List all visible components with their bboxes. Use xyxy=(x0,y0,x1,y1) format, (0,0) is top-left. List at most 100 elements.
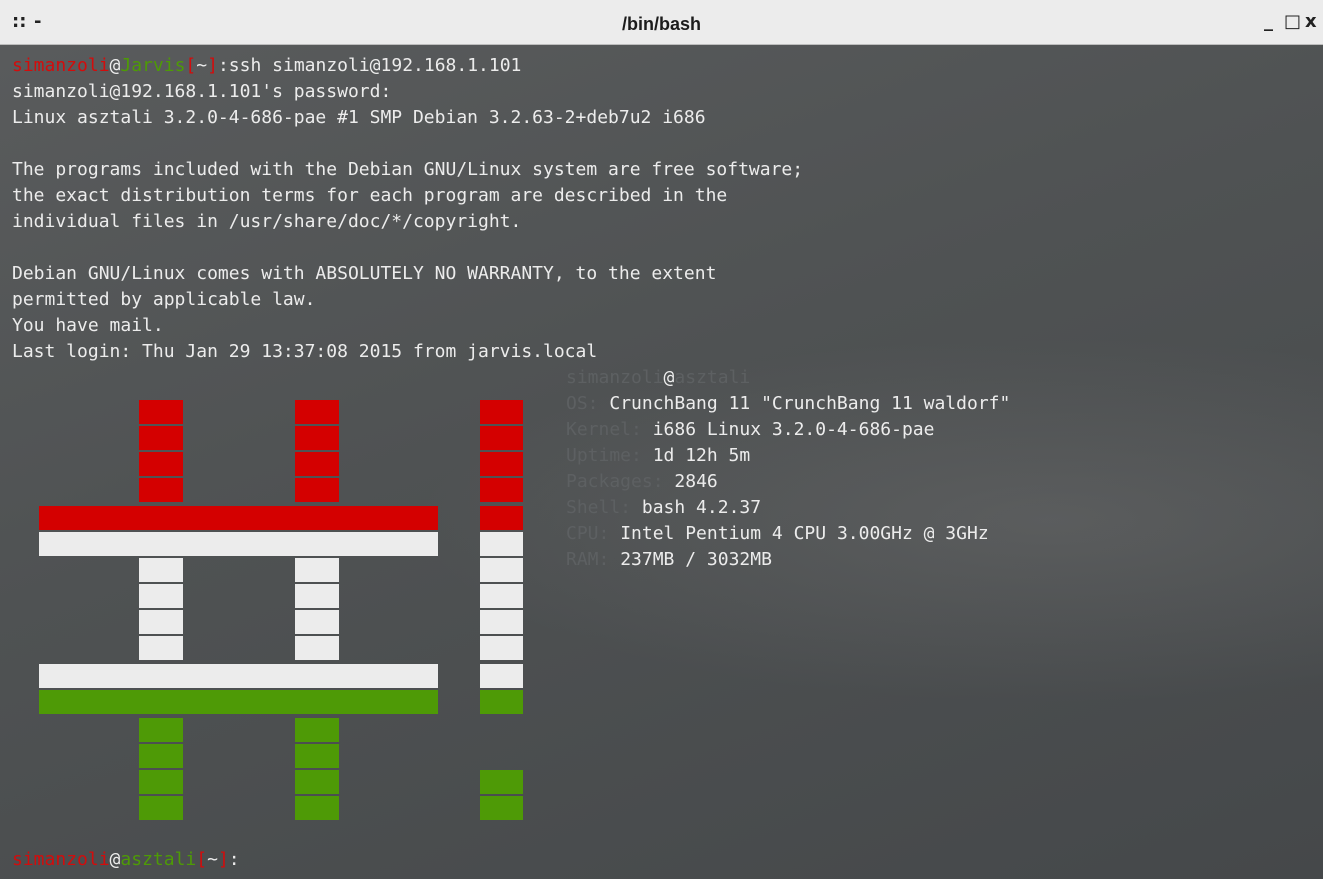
logo-block xyxy=(295,452,339,476)
prompt-bracket-close: ] xyxy=(217,849,229,870)
prompt-dir: ~ xyxy=(196,55,208,76)
prompt-at: @ xyxy=(109,849,121,870)
prompt-user: simanzoli xyxy=(12,849,110,870)
fetch-row-uptime: Uptime: 1d 12h 5m xyxy=(566,443,750,469)
prompt-bracket-close: ] xyxy=(207,55,218,76)
logo-block xyxy=(295,426,339,450)
fetch-value: 1d 12h 5m xyxy=(652,445,751,466)
output-line: Last login: Thu Jan 29 13:37:08 2015 fro… xyxy=(12,341,598,362)
logo-block xyxy=(295,400,339,424)
logo-block xyxy=(139,718,183,742)
command-text: ssh simanzoli@192.168.1.101 xyxy=(228,55,522,76)
prompt-line-active[interactable]: simanzoli@asztali[~]: xyxy=(12,847,241,873)
title-bar[interactable]: :: - /bin/bash _ □ x xyxy=(0,0,1323,45)
logo-block xyxy=(139,400,183,424)
logo-block xyxy=(139,744,183,768)
fetch-label: RAM: xyxy=(566,549,610,570)
fetch-value: Intel Pentium 4 CPU 3.00GHz @ 3GHz xyxy=(620,523,989,544)
logo-block xyxy=(139,426,183,450)
logo-block xyxy=(480,452,523,476)
logo-block xyxy=(480,770,523,794)
fetch-value: CrunchBang 11 "CrunchBang 11 waldorf" xyxy=(609,393,1011,414)
logo-block xyxy=(480,610,523,634)
prompt-dir: ~ xyxy=(207,849,218,870)
screenfetch-header: simanzoli@asztali xyxy=(566,365,750,391)
logo-block xyxy=(480,636,523,660)
fetch-value: 237MB / 3032MB xyxy=(620,549,772,570)
logo-block xyxy=(295,718,339,742)
logo-block xyxy=(139,796,183,820)
logo-block xyxy=(139,452,183,476)
logo-bar xyxy=(39,506,438,530)
fetch-row-shell: Shell: bash 4.2.37 xyxy=(566,495,761,521)
logo-block xyxy=(295,744,339,768)
prompt-separator: : xyxy=(217,55,229,76)
logo-bar xyxy=(39,690,438,714)
fetch-label: Kernel: xyxy=(566,419,642,440)
logo-block xyxy=(480,558,523,582)
logo-block xyxy=(480,478,523,502)
logo-block xyxy=(295,558,339,582)
logo-block xyxy=(295,610,339,634)
logo-block xyxy=(139,636,183,660)
prompt-line: simanzoli@Jarvis[~]:ssh simanzoli@192.16… xyxy=(12,53,521,79)
fetch-user: simanzoli xyxy=(566,367,664,388)
minimize-icon[interactable]: _ xyxy=(1264,11,1273,32)
output-line: The programs included with the Debian GN… xyxy=(12,159,804,180)
fetch-at: @ xyxy=(663,367,675,388)
logo-block xyxy=(480,426,523,450)
logo-block xyxy=(480,532,523,556)
terminal-output[interactable]: simanzoli@Jarvis[~]:ssh simanzoli@192.16… xyxy=(0,45,1323,879)
fetch-host: asztali xyxy=(674,367,751,388)
logo-block xyxy=(295,478,339,502)
fetch-label: Uptime: xyxy=(566,445,642,466)
fetch-label: CPU: xyxy=(566,523,610,544)
prompt-host: Jarvis xyxy=(120,55,186,76)
fetch-row-packages: Packages: 2846 xyxy=(566,469,718,495)
logo-block xyxy=(480,690,523,714)
fetch-row-os: OS: CrunchBang 11 "CrunchBang 11 waldorf… xyxy=(566,391,1010,417)
prompt-host: asztali xyxy=(120,849,197,870)
prompt-bracket-open: [ xyxy=(196,849,208,870)
output-line: Debian GNU/Linux comes with ABSOLUTELY N… xyxy=(12,263,717,284)
logo-block xyxy=(139,558,183,582)
logo-block xyxy=(139,584,183,608)
prompt-at: @ xyxy=(109,55,121,76)
fetch-label: Packages: xyxy=(566,471,664,492)
logo-block xyxy=(139,610,183,634)
close-icon[interactable]: x xyxy=(1305,11,1317,32)
fetch-row-cpu: CPU: Intel Pentium 4 CPU 3.00GHz @ 3GHz xyxy=(566,521,989,547)
fetch-row-ram: RAM: 237MB / 3032MB xyxy=(566,547,772,573)
prompt-bracket-open: [ xyxy=(185,55,197,76)
logo-bar xyxy=(39,532,438,556)
logo-block xyxy=(295,636,339,660)
output-line: individual files in /usr/share/doc/*/cop… xyxy=(12,211,522,232)
logo-block xyxy=(295,796,339,820)
prompt-user: simanzoli xyxy=(12,55,110,76)
logo-block xyxy=(139,770,183,794)
output-line: the exact distribution terms for each pr… xyxy=(12,185,728,206)
fetch-value: i686 Linux 3.2.0-4-686-pae xyxy=(652,419,935,440)
logo-block xyxy=(295,584,339,608)
logo-bar xyxy=(39,664,438,688)
logo-block xyxy=(480,400,523,424)
output-line: permitted by applicable law. xyxy=(12,289,316,310)
output-line: Linux asztali 3.2.0-4-686-pae #1 SMP Deb… xyxy=(12,107,706,128)
fetch-row-kernel: Kernel: i686 Linux 3.2.0-4-686-pae xyxy=(566,417,934,443)
logo-block xyxy=(480,584,523,608)
fetch-value: bash 4.2.37 xyxy=(641,497,762,518)
fetch-label: Shell: xyxy=(566,497,632,518)
output-line: You have mail. xyxy=(12,315,164,336)
logo-block xyxy=(295,770,339,794)
window-title: /bin/bash xyxy=(621,14,701,34)
output-line: simanzoli@192.168.1.101's password: xyxy=(12,81,392,102)
logo-block xyxy=(480,506,523,530)
fetch-value: 2846 xyxy=(674,471,718,492)
logo-block xyxy=(480,796,523,820)
logo-block xyxy=(480,664,523,688)
fetch-label: OS: xyxy=(566,393,599,414)
logo-block xyxy=(139,478,183,502)
prompt-separator: : xyxy=(228,849,240,870)
maximize-icon[interactable]: □ xyxy=(1284,11,1301,32)
terminal-window[interactable]: :: - /bin/bash _ □ x simanzoli@Jarvis[~]… xyxy=(0,0,1323,879)
